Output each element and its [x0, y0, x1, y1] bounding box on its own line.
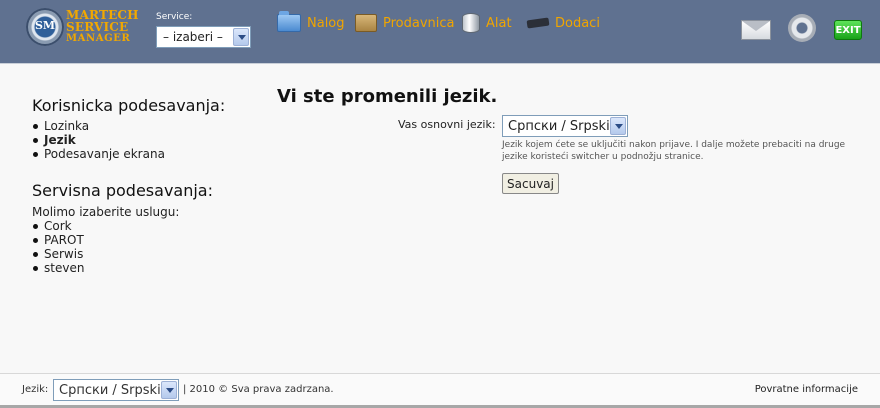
- nav-item-alat[interactable]: Alat: [462, 12, 512, 34]
- page-title: Vi ste promenili jezik.: [277, 86, 498, 107]
- database-icon: [462, 13, 480, 33]
- folder-icon: [277, 11, 301, 32]
- nav-item-nalog[interactable]: Nalog: [277, 11, 345, 34]
- exit-icon[interactable]: EXIT: [834, 20, 862, 40]
- logo-gear-icon: SM: [26, 8, 64, 46]
- chevron-down-icon[interactable]: [161, 381, 177, 399]
- sidebar-item-lozinka[interactable]: Lozinka: [32, 119, 165, 133]
- language-label: Vas osnovni jezik:: [398, 118, 496, 131]
- footer: Jezik: Српски / Srpski | 2010 © Sva prav…: [0, 373, 880, 405]
- service-item-parot[interactable]: PAROT: [32, 233, 84, 247]
- nav-item-label: Dodaci: [555, 15, 600, 31]
- logo-line2: SERVICE: [66, 20, 129, 34]
- user-settings-list: Lozinka Jezik Podesavanje ekrana: [32, 119, 165, 161]
- nav-item-prodavnica[interactable]: Prodavnica: [355, 12, 455, 34]
- app-logo[interactable]: SM MARTECH SERVICE MANAGER: [26, 8, 139, 48]
- copyright-text: | 2010 © Sva prava zadrzana.: [183, 384, 334, 395]
- save-button[interactable]: Sacuvaj: [502, 173, 559, 194]
- footer-language-select[interactable]: Српски / Srpski: [53, 379, 179, 401]
- service-item-cork[interactable]: Cork: [32, 219, 84, 233]
- logo-text: MARTECH SERVICE MANAGER: [66, 9, 139, 45]
- service-label: Service:: [156, 12, 193, 22]
- user-settings-title: Korisnicka podesavanja:: [32, 96, 226, 115]
- service-prompt: Molimo izaberite uslugu:: [32, 205, 180, 219]
- service-list: Cork PAROT Serwis steven: [32, 219, 84, 275]
- logo-line3: MANAGER: [66, 33, 131, 44]
- chevron-down-icon[interactable]: [610, 117, 626, 135]
- shop-icon: [355, 14, 377, 32]
- footer-language-selected-value: Српски / Srpski: [59, 382, 161, 398]
- mail-icon[interactable]: [741, 20, 771, 40]
- sidebar-item-podesavanje-ekrana[interactable]: Podesavanje ekrana: [32, 147, 165, 161]
- nav-item-label: Prodavnica: [383, 15, 455, 31]
- top-header: SM MARTECH SERVICE MANAGER Service: – iz…: [0, 0, 880, 64]
- service-item-serwis[interactable]: Serwis: [32, 247, 84, 261]
- nav-item-label: Alat: [486, 15, 512, 31]
- footer-language-label: Jezik:: [22, 384, 49, 395]
- logo-badge: SM: [34, 19, 56, 32]
- plug-icon: [526, 17, 550, 29]
- language-select[interactable]: Српски / Srpski: [502, 115, 628, 137]
- nav-item-label: Nalog: [307, 15, 345, 31]
- language-hint: Jezik kojem ćete se uključiti nakon prij…: [502, 140, 846, 162]
- service-settings-title: Servisna podesavanja:: [32, 181, 213, 200]
- language-selected-value: Српски / Srpski: [508, 118, 610, 134]
- service-item-steven[interactable]: steven: [32, 261, 84, 275]
- gear-icon[interactable]: [788, 14, 816, 42]
- sidebar-item-jezik[interactable]: Jezik: [32, 133, 165, 147]
- service-selected-value: – izaberi –: [163, 30, 223, 44]
- feedback-link[interactable]: Povratne informacije: [755, 384, 858, 395]
- chevron-down-icon[interactable]: [233, 28, 249, 46]
- nav-item-dodaci[interactable]: Dodaci: [526, 12, 600, 34]
- service-select[interactable]: – izaberi –: [156, 26, 251, 48]
